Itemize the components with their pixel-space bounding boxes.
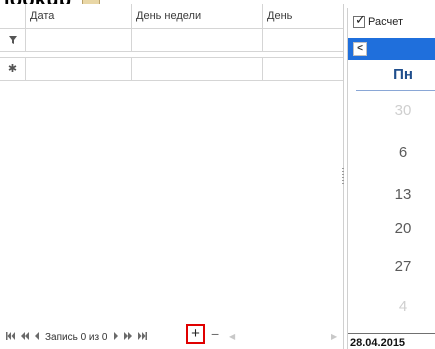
calendar-panel: ✓ Расчет < Пн 30 6 13 20 27 4 28.04.2015 — [347, 8, 435, 349]
filter-row-icon — [0, 29, 26, 51]
calendar-day[interactable]: 6 — [348, 144, 435, 161]
calendar-day[interactable]: 13 — [348, 186, 435, 203]
remove-record-button[interactable]: − — [211, 327, 219, 341]
selected-date-label: 28.04.2015 — [350, 337, 406, 349]
filter-cell-day[interactable] — [263, 29, 343, 51]
first-record-icon[interactable] — [6, 331, 15, 345]
filter-cell-weekday[interactable] — [132, 29, 263, 51]
app-window: lookup Дата День недели День ✱ — [0, 0, 435, 349]
calc-checkbox[interactable]: ✓ — [353, 12, 366, 28]
calc-checkbox-label: Расчет — [368, 16, 403, 28]
record-counter: Запись 0 из 0 — [45, 332, 108, 343]
calendar-day[interactable]: 20 — [348, 220, 435, 237]
header-indicator-cell — [0, 4, 26, 28]
calc-checkbox-row[interactable]: ✓ Расчет — [353, 13, 403, 31]
data-navigator: Запись 0 из 0 — [6, 331, 153, 345]
calendar-day[interactable]: 30 — [348, 102, 435, 119]
next-page-icon[interactable] — [124, 331, 133, 345]
splitter-grip[interactable] — [342, 168, 344, 184]
calendar-header-bar: < — [348, 38, 435, 60]
filter-cell-date[interactable] — [26, 29, 132, 51]
calendar-footer-divider — [348, 333, 435, 334]
column-header-weekday[interactable]: День недели — [132, 4, 263, 28]
column-header-day[interactable]: День — [263, 4, 343, 28]
weekday-header-divider — [356, 90, 435, 91]
add-record-button[interactable]: + — [186, 324, 205, 344]
prev-record-icon[interactable] — [35, 331, 39, 345]
check-icon: ✓ — [355, 12, 366, 27]
prev-page-icon[interactable] — [21, 331, 29, 345]
prev-month-button[interactable]: < — [353, 42, 367, 56]
new-item-row[interactable]: ✱ — [0, 58, 343, 81]
scroll-left-icon[interactable]: ◀ — [229, 332, 235, 341]
filter-row[interactable] — [0, 29, 343, 52]
data-grid: Дата День недели День ✱ — [0, 4, 344, 349]
grid-header: Дата День недели День — [0, 4, 343, 29]
scroll-right-icon[interactable]: ▶ — [331, 332, 337, 341]
calendar-day[interactable]: 4 — [348, 298, 435, 315]
weekday-header-monday: Пн — [393, 66, 413, 83]
calendar-day[interactable]: 27 — [348, 258, 435, 275]
new-row-icon: ✱ — [0, 58, 26, 80]
new-cell-date[interactable] — [26, 58, 132, 80]
new-cell-day[interactable] — [263, 58, 343, 80]
next-record-icon[interactable] — [114, 331, 119, 345]
last-record-icon[interactable] — [138, 331, 148, 345]
new-cell-weekday[interactable] — [132, 58, 263, 80]
column-header-date[interactable]: Дата — [26, 4, 132, 28]
